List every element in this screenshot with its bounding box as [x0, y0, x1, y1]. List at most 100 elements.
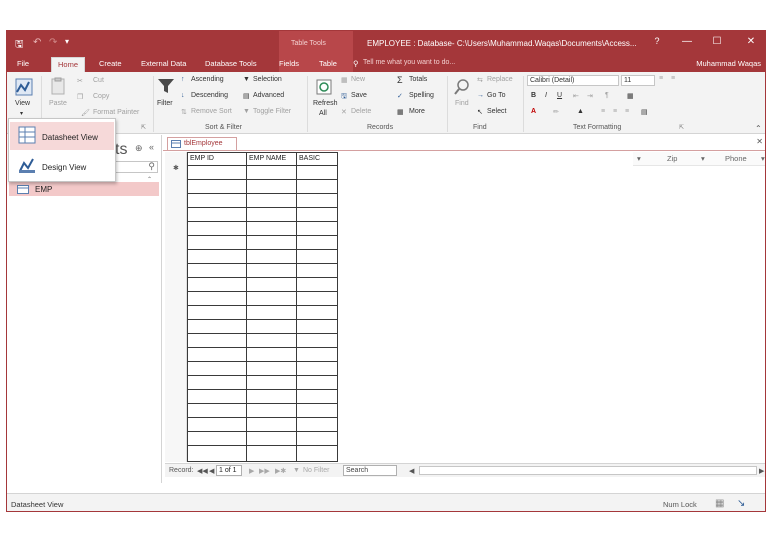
background-color-icon[interactable]: ▲ — [577, 108, 584, 115]
refresh-icon[interactable] — [315, 78, 333, 96]
record-search-input[interactable]: Search — [343, 465, 397, 476]
no-filter-button[interactable]: No Filter — [303, 467, 329, 474]
tab-table[interactable]: Table — [319, 59, 337, 68]
col-menu-icon[interactable]: ▾ — [637, 154, 641, 163]
tab-file[interactable]: File — [17, 59, 29, 68]
totals-icon[interactable]: Σ — [397, 75, 403, 85]
replace-icon[interactable]: ⇆ — [477, 76, 483, 84]
column-header-basic[interactable]: BASIC — [297, 153, 337, 165]
design-view-status-icon[interactable]: ↘ — [737, 498, 745, 509]
collapse-ribbon-icon[interactable]: ⌃ — [755, 124, 762, 133]
datasheet-view-option[interactable]: Datasheet View — [10, 122, 114, 150]
go-to-icon[interactable]: → — [477, 92, 484, 99]
help-button[interactable]: ? — [647, 36, 667, 46]
save-icon[interactable]: 🖫 — [15, 37, 24, 54]
scroll-left-icon[interactable]: ◀ — [409, 467, 414, 475]
tab-home[interactable]: Home — [51, 57, 86, 72]
redo-icon[interactable]: ↷ — [49, 37, 57, 48]
advanced-icon[interactable]: ▤ — [243, 92, 250, 100]
remove-sort-icon[interactable]: ⇅ — [181, 108, 187, 116]
col-menu-icon[interactable]: ▾ — [761, 154, 765, 163]
nav-item-emp[interactable]: EMP — [9, 182, 159, 196]
datasheet-grid[interactable]: EMP ID EMP NAME BASIC — [187, 152, 338, 462]
save-record-button[interactable]: Save — [351, 92, 367, 99]
shutter-bar-icon[interactable]: « — [149, 142, 154, 152]
cut-icon[interactable]: ✂ — [77, 77, 83, 85]
column-header-emp-id[interactable]: EMP ID — [188, 153, 246, 165]
maximize-button[interactable]: ☐ — [707, 36, 727, 47]
paste-icon[interactable] — [49, 77, 67, 95]
nav-menu-icon[interactable]: ⊕ — [135, 143, 143, 154]
spelling-button[interactable]: Spelling — [409, 92, 434, 99]
filter-icon[interactable] — [157, 77, 175, 95]
select-icon[interactable]: ↖ — [477, 108, 483, 116]
refresh-button[interactable]: Refresh — [313, 100, 338, 107]
refresh-all-button[interactable]: All — [319, 110, 327, 117]
horizontal-scrollbar[interactable] — [419, 466, 757, 475]
undo-icon[interactable]: ↶ — [33, 37, 41, 48]
close-document-icon[interactable]: ✕ — [756, 137, 763, 146]
tab-fields[interactable]: Fields — [279, 59, 299, 68]
go-to-button[interactable]: Go To — [487, 92, 506, 99]
design-view-option[interactable]: Design View — [10, 152, 114, 180]
format-painter-icon[interactable]: 🖌 — [81, 109, 90, 117]
tab-create[interactable]: Create — [99, 59, 122, 68]
minimize-button[interactable]: — — [677, 36, 697, 47]
close-button[interactable]: ✕ — [741, 36, 761, 47]
previous-record-icon[interactable]: ◀ — [209, 467, 214, 475]
tab-external-data[interactable]: External Data — [141, 59, 186, 68]
view-chevron-icon[interactable]: ▾ — [20, 110, 23, 117]
underline-button[interactable]: U — [557, 92, 562, 99]
more-icon[interactable]: ▦ — [397, 108, 404, 116]
current-record-field[interactable]: 1 of 1 — [216, 465, 242, 476]
align-right-icon[interactable]: ≡ — [625, 108, 629, 115]
last-record-icon[interactable]: ▶▶ — [259, 467, 270, 475]
view-icon[interactable] — [15, 78, 33, 96]
bullets-icon[interactable]: ≡ — [659, 75, 663, 82]
ascending-button[interactable]: Ascending — [191, 76, 224, 83]
indent-decrease-icon[interactable]: ⇤ — [573, 92, 579, 100]
remove-sort-button[interactable]: Remove Sort — [191, 108, 232, 115]
indent-increase-icon[interactable]: ⇥ — [587, 92, 593, 100]
descending-icon[interactable]: ↓ — [181, 92, 185, 99]
toggle-filter-icon[interactable]: ▼ — [243, 108, 250, 115]
find-icon[interactable] — [453, 78, 471, 96]
font-name-dropdown[interactable]: Calibri (Detail) — [527, 75, 619, 86]
align-center-icon[interactable]: ≡ — [613, 108, 617, 115]
nav-pane-title[interactable]: ts — [115, 141, 127, 159]
font-color-icon[interactable]: A — [531, 108, 536, 115]
totals-button[interactable]: Totals — [409, 76, 427, 83]
text-formatting-launcher-icon[interactable]: ⇱ — [679, 124, 684, 131]
record-selector-column[interactable]: ✱ — [165, 152, 187, 462]
font-size-dropdown[interactable]: 11 — [621, 75, 655, 86]
next-record-icon[interactable]: ▶ — [249, 467, 254, 475]
replace-button[interactable]: Replace — [487, 76, 513, 83]
scroll-right-icon[interactable]: ▶ — [759, 467, 764, 475]
copy-button[interactable]: Copy — [93, 93, 109, 100]
paste-button[interactable]: Paste — [49, 100, 67, 107]
cut-button[interactable]: Cut — [93, 77, 104, 84]
clipboard-launcher-icon[interactable]: ⇱ — [141, 124, 146, 131]
find-button[interactable]: Find — [455, 100, 469, 107]
new-blank-record-icon[interactable]: ▶✱ — [275, 467, 286, 475]
gridlines-icon[interactable]: ▦ — [627, 92, 634, 100]
save-record-icon[interactable]: 🖫 — [341, 92, 347, 103]
customize-qat-icon[interactable]: ▾ — [65, 37, 69, 46]
select-button[interactable]: Select — [487, 108, 506, 115]
filter-button[interactable]: Filter — [157, 100, 173, 107]
column-header-emp-name[interactable]: EMP NAME — [247, 153, 296, 165]
view-button[interactable]: View — [15, 100, 30, 107]
copy-icon[interactable]: ❐ — [77, 93, 83, 101]
align-left-icon[interactable]: ≡ — [601, 108, 605, 115]
selection-button[interactable]: Selection — [253, 76, 282, 83]
ascending-icon[interactable]: ↑ — [181, 76, 185, 83]
highlight-icon[interactable]: ✏ — [553, 108, 559, 116]
datasheet-view-status-icon[interactable]: ▦ — [715, 498, 724, 509]
more-button[interactable]: More — [409, 108, 425, 115]
toggle-filter-button[interactable]: Toggle Filter — [253, 108, 291, 115]
italic-button[interactable]: I — [545, 92, 547, 99]
user-name[interactable]: Muhammad Waqas — [696, 59, 761, 68]
delete-button[interactable]: Delete — [351, 108, 371, 115]
delete-icon[interactable]: ✕ — [341, 108, 347, 116]
search-icon[interactable]: ⚲ — [148, 161, 155, 172]
